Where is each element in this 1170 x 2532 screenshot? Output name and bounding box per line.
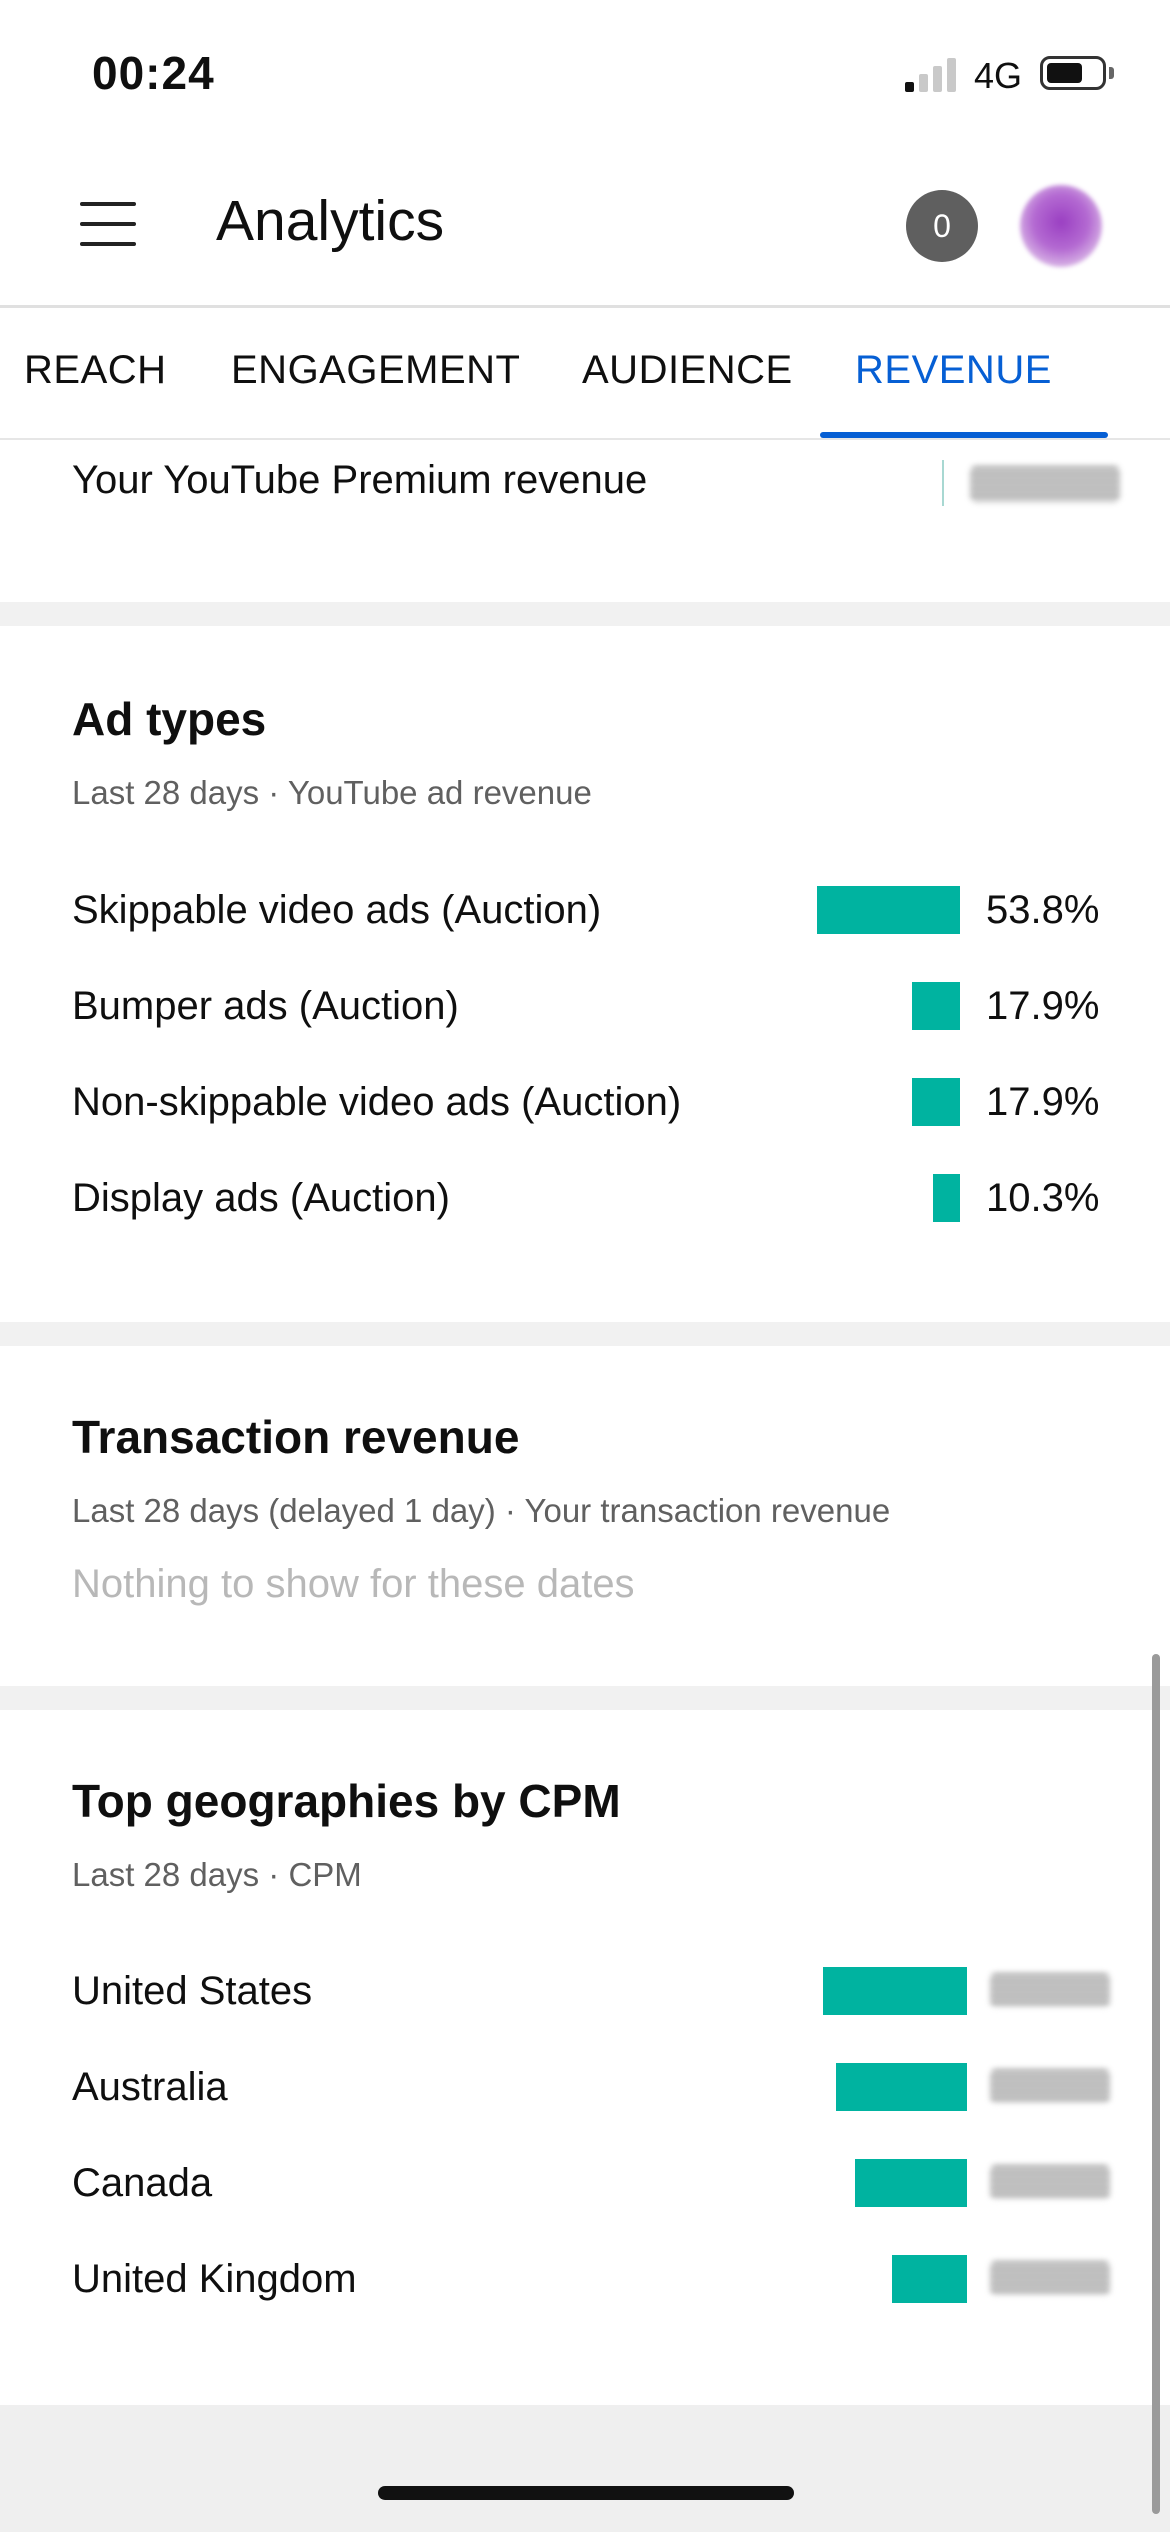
tab-reach[interactable]: REACH — [24, 348, 167, 393]
premium-revenue-row: Your YouTube Premium revenue — [0, 440, 1170, 602]
premium-revenue-label: Your YouTube Premium revenue — [72, 458, 648, 502]
ad-types-title: Ad types — [72, 693, 267, 745]
page-title: Analytics — [216, 189, 445, 253]
tab-engagement[interactable]: ENGAGEMENT — [231, 348, 520, 393]
ad-type-bar — [912, 1078, 960, 1126]
top-geographies-card[interactable]: Top geographies by CPM Last 28 days · CP… — [0, 1710, 1170, 2405]
ad-type-percent: 53.8% — [986, 888, 1100, 932]
section-divider — [0, 1686, 1170, 1710]
menu-icon[interactable] — [80, 202, 136, 246]
tab-audience[interactable]: AUDIENCE — [582, 348, 793, 393]
geography-label: United States — [72, 1969, 313, 2013]
notification-badge[interactable]: 0 — [906, 190, 978, 262]
transaction-revenue-title: Transaction revenue — [72, 1411, 520, 1463]
status-bar: 00:24 4G — [0, 0, 1170, 150]
ad-type-bar — [933, 1174, 960, 1222]
section-divider — [0, 1322, 1170, 1346]
ad-type-label: Skippable video ads (Auction) — [72, 888, 602, 932]
transaction-revenue-card[interactable]: Transaction revenue Last 28 days (delaye… — [0, 1346, 1170, 1686]
bottom-strip — [0, 2405, 1170, 2532]
ad-types-card[interactable]: Ad types Last 28 days · YouTube ad reven… — [0, 626, 1170, 1322]
ad-type-row: Non-skippable video ads (Auction) 17.9% — [0, 1058, 1170, 1154]
ad-type-percent: 17.9% — [986, 1080, 1100, 1124]
battery-icon — [1040, 56, 1106, 90]
transaction-empty-message: Nothing to show for these dates — [72, 1562, 635, 1606]
geography-cpm-bar — [836, 2063, 967, 2111]
ad-type-percent: 10.3% — [986, 1176, 1100, 1220]
premium-revenue-value-redacted — [970, 466, 1120, 502]
top-geographies-subtitle: Last 28 days · CPM — [72, 1856, 362, 1893]
geography-cpm-bar — [855, 2159, 967, 2207]
geography-row: Australia — [0, 2043, 1170, 2139]
ad-types-subtitle: Last 28 days · YouTube ad revenue — [72, 774, 592, 811]
geography-label: United Kingdom — [72, 2257, 357, 2301]
signal-strength-icon — [905, 56, 957, 92]
ad-type-label: Non-skippable video ads (Auction) — [72, 1080, 682, 1124]
top-geographies-title: Top geographies by CPM — [72, 1775, 621, 1827]
geography-cpm-bar — [892, 2255, 967, 2303]
geography-cpm-value-redacted — [990, 2069, 1110, 2103]
status-time: 00:24 — [92, 47, 215, 99]
geography-cpm-value-redacted — [990, 2261, 1110, 2295]
geography-cpm-value-redacted — [990, 1973, 1110, 2007]
geography-label: Canada — [72, 2161, 213, 2205]
geography-row: Canada — [0, 2139, 1170, 2235]
geography-label: Australia — [72, 2065, 228, 2109]
geography-row: United Kingdom — [0, 2235, 1170, 2331]
section-divider — [0, 602, 1170, 626]
ad-type-row: Bumper ads (Auction) 17.9% — [0, 962, 1170, 1058]
home-indicator[interactable] — [378, 2486, 794, 2500]
network-type: 4G — [974, 55, 1023, 96]
ad-type-bar — [817, 886, 960, 934]
active-tab-indicator — [820, 432, 1108, 438]
ad-type-row: Display ads (Auction) 10.3% — [0, 1154, 1170, 1250]
transaction-revenue-subtitle: Last 28 days (delayed 1 day) · Your tran… — [72, 1492, 891, 1529]
tabs-bar: REACH ENGAGEMENT AUDIENCE REVENUE — [0, 308, 1170, 441]
analytics-screen: 00:24 4G Analytics 0 REACH ENGAGEMENT AU… — [0, 0, 1170, 2532]
premium-divider — [942, 460, 944, 506]
app-header: Analytics 0 — [0, 150, 1170, 308]
tab-revenue[interactable]: REVENUE — [855, 348, 1052, 393]
scrollbar-thumb[interactable] — [1152, 1654, 1160, 2514]
ad-type-label: Display ads (Auction) — [72, 1176, 450, 1220]
geography-row: United States — [0, 1947, 1170, 2043]
avatar[interactable] — [1020, 185, 1102, 267]
battery-tip — [1109, 67, 1114, 79]
ad-type-percent: 17.9% — [986, 984, 1100, 1028]
ad-type-label: Bumper ads (Auction) — [72, 984, 459, 1028]
ad-type-bar — [912, 982, 960, 1030]
ad-type-row: Skippable video ads (Auction) 53.8% — [0, 866, 1170, 962]
geography-cpm-bar — [823, 1967, 967, 2015]
geography-cpm-value-redacted — [990, 2165, 1110, 2199]
